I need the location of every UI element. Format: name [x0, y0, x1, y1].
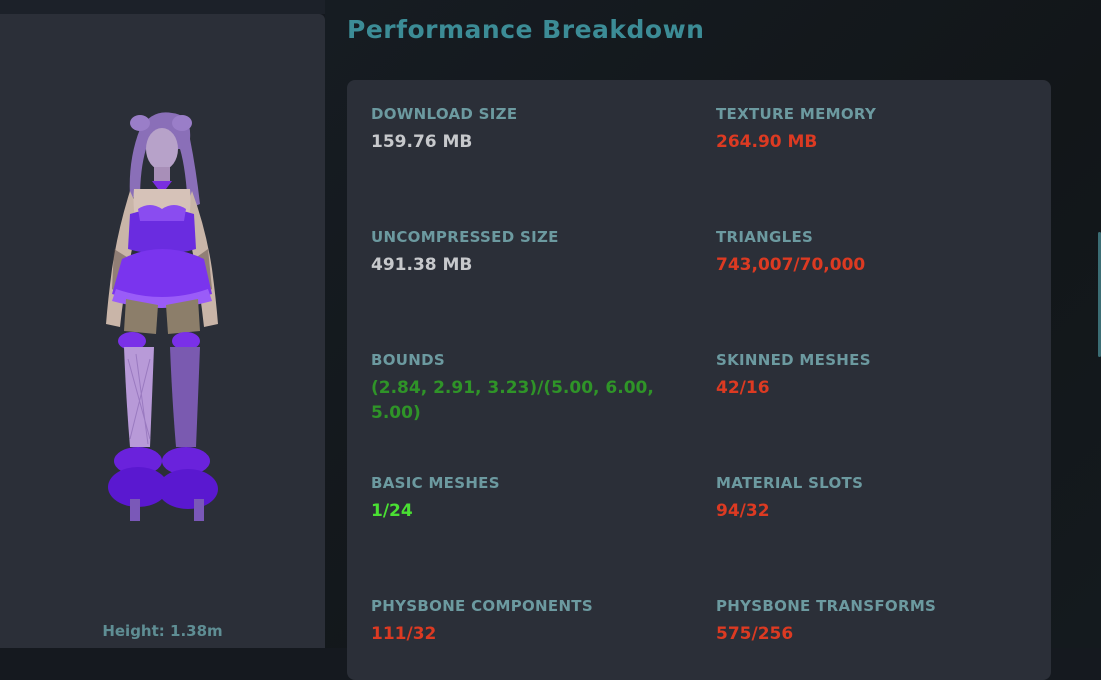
- stat-material-slots: MATERIAL SLOTS 94/32: [716, 474, 1036, 524]
- stat-value: 491.38 MB: [371, 255, 473, 275]
- stat-physbone-transforms: PHYSBONE TRANSFORMS 575/256: [716, 597, 1036, 647]
- stat-label: SKINNED MESHES: [716, 351, 871, 369]
- stat-basic-meshes: BASIC MESHES 1/24: [371, 474, 691, 524]
- stat-value: 1/24: [371, 501, 413, 521]
- stat-value: 575/256: [716, 624, 794, 644]
- stat-skinned-meshes: SKINNED MESHES 42/16: [716, 351, 1036, 401]
- stat-texture-memory: TEXTURE MEMORY 264.90 MB: [716, 105, 1036, 155]
- stat-label: UNCOMPRESSED SIZE: [371, 228, 559, 246]
- stat-label: MATERIAL SLOTS: [716, 474, 864, 492]
- stat-label: DOWNLOAD SIZE: [371, 105, 518, 123]
- avatar-preview: [100, 109, 240, 529]
- stat-value: (2.84, 2.91, 3.23)/(5.00, 6.00, 5.00): [371, 378, 654, 423]
- stat-label: BOUNDS: [371, 351, 445, 369]
- stat-physbone-components: PHYSBONE COMPONENTS 111/32: [371, 597, 691, 647]
- stat-label: BASIC MESHES: [371, 474, 500, 492]
- stat-value: 743,007/70,000: [716, 255, 866, 275]
- stat-download-size: DOWNLOAD SIZE 159.76 MB: [371, 105, 691, 155]
- stat-triangles: TRIANGLES 743,007/70,000: [716, 228, 1036, 278]
- stat-label: PHYSBONE COMPONENTS: [371, 597, 593, 615]
- height-label: Height: 1.38m: [102, 622, 223, 640]
- stat-value: 94/32: [716, 501, 770, 521]
- stat-value: 42/16: [716, 378, 770, 398]
- stat-label: PHYSBONE TRANSFORMS: [716, 597, 937, 615]
- stat-value: 264.90 MB: [716, 132, 818, 152]
- page-title: Performance Breakdown: [347, 15, 705, 44]
- performance-card: DOWNLOAD SIZE 159.76 MB TEXTURE MEMORY 2…: [347, 80, 1051, 680]
- stat-label: TEXTURE MEMORY: [716, 105, 877, 123]
- avatar-preview-panel: Height: 1.38m: [0, 14, 325, 648]
- stat-value: 111/32: [371, 624, 437, 644]
- stat-uncompressed-size: UNCOMPRESSED SIZE 491.38 MB: [371, 228, 691, 278]
- stat-value: 159.76 MB: [371, 132, 473, 152]
- stat-bounds: BOUNDS (2.84, 2.91, 3.23)/(5.00, 6.00, 5…: [371, 351, 671, 426]
- stat-label: TRIANGLES: [716, 228, 814, 246]
